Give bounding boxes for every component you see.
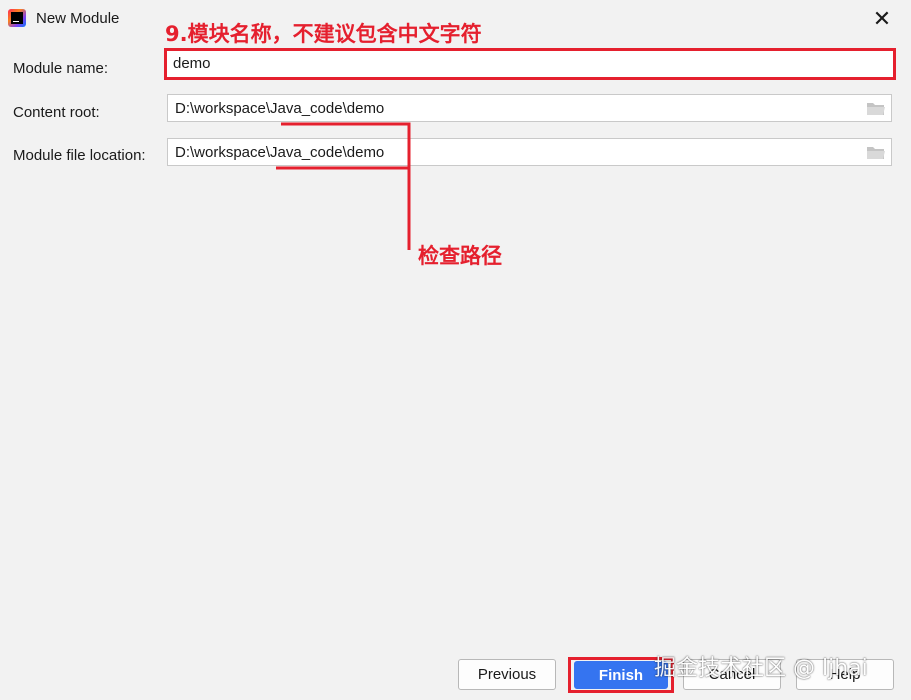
- previous-button[interactable]: Previous: [458, 659, 556, 690]
- watermark-text: 掘金技术社区 @ ljhai: [654, 656, 868, 681]
- annotation-lines: [276, 122, 411, 250]
- annotation-line-content-root: [281, 122, 411, 250]
- annotation-check-path: 检查路径: [418, 244, 502, 268]
